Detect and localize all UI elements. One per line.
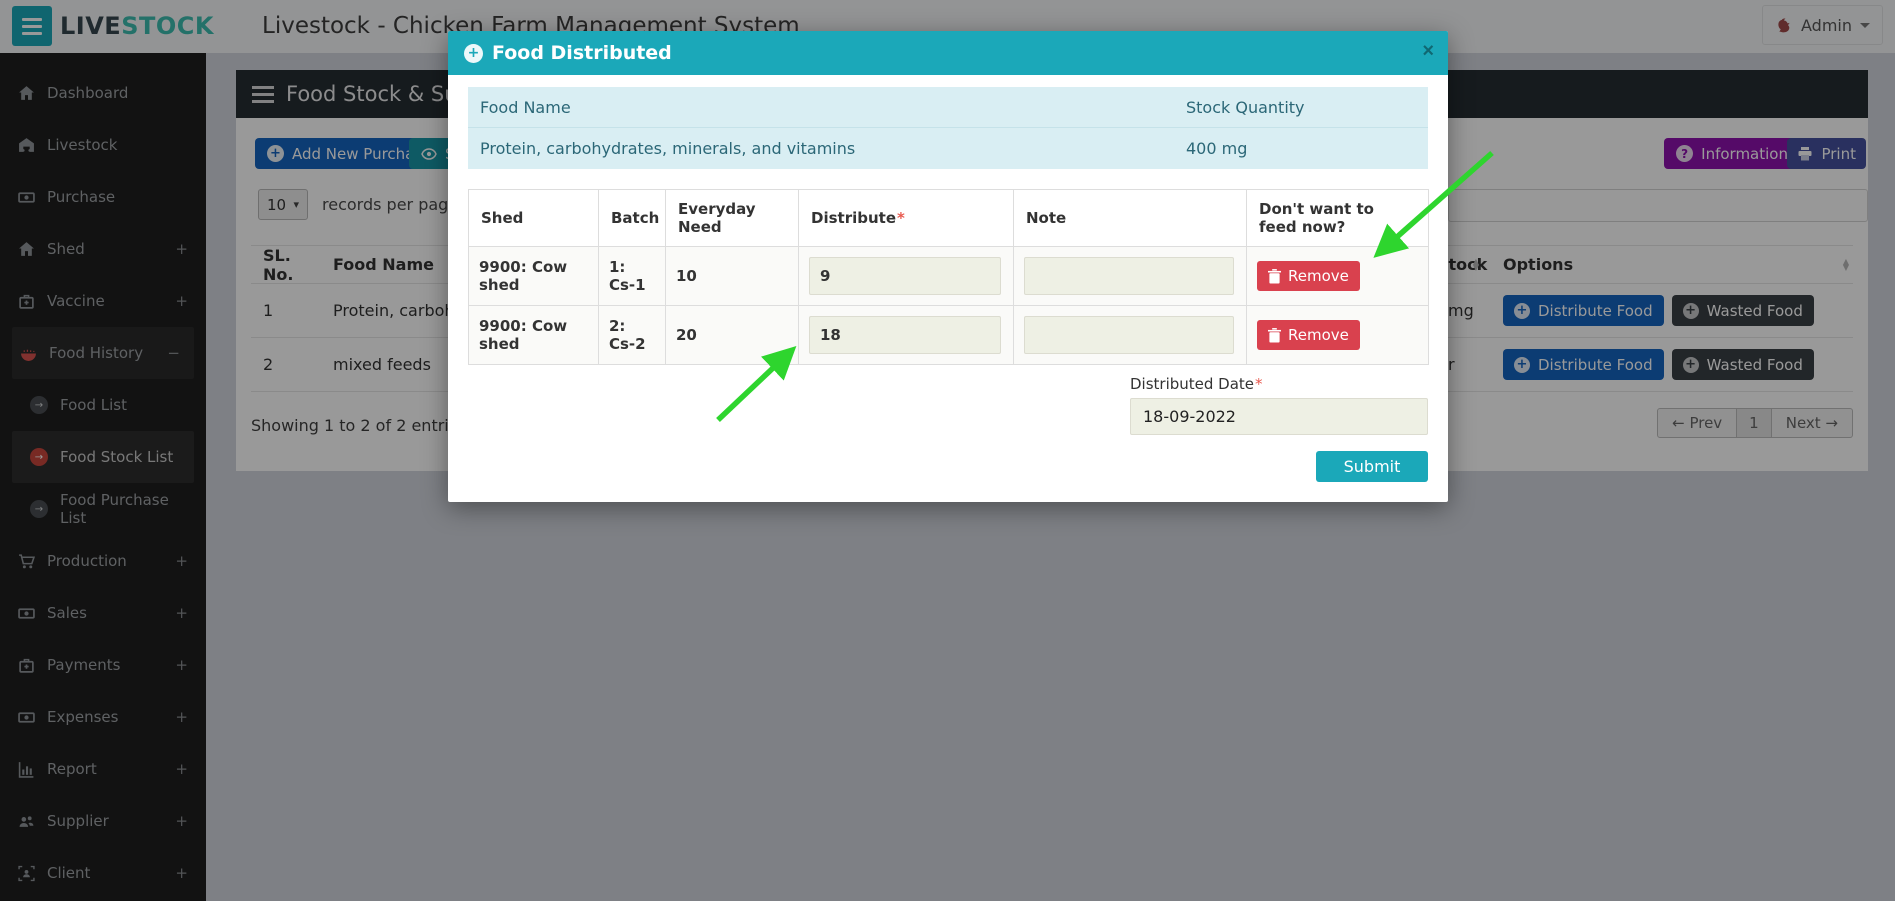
distribute-input[interactable] (809, 257, 1001, 295)
app-root: LIVESTOCK Livestock - Chicken Farm Manag… (0, 0, 1895, 901)
stock-quantity-value: 400 mg (1186, 139, 1428, 158)
distributed-date-block: Distributed Date* (1130, 375, 1428, 435)
need-cell: 10 (666, 247, 799, 306)
distribution-table: Shed Batch Everyday Need Distribute* Not… (468, 189, 1429, 365)
distributed-date-label: Distributed Date* (1130, 375, 1428, 393)
submit-button[interactable]: Submit (1316, 451, 1428, 482)
food-info-table: Food Name Stock Quantity Protein, carboh… (468, 87, 1428, 169)
modal-header: + Food Distributed × (448, 31, 1448, 75)
modal-title: + Food Distributed (464, 42, 672, 64)
food-info-header-row: Food Name Stock Quantity (468, 87, 1428, 128)
distribution-header-row: Shed Batch Everyday Need Distribute* Not… (469, 190, 1429, 247)
trash-icon (1268, 269, 1281, 284)
col-dont-feed: Don't want to feed now? (1247, 190, 1429, 247)
col-note: Note (1014, 190, 1247, 247)
note-input[interactable] (1024, 257, 1234, 295)
distribution-row: 9900: Cow shed 1: Cs-1 10 Remove (469, 247, 1429, 306)
food-distributed-modal: + Food Distributed × Food Name Stock Qua… (448, 31, 1448, 502)
need-cell: 20 (666, 306, 799, 365)
remove-button[interactable]: Remove (1257, 261, 1360, 291)
stock-quantity-label: Stock Quantity (1186, 98, 1428, 117)
distribute-input[interactable] (809, 316, 1001, 354)
distribution-row: 9900: Cow shed 2: Cs-2 20 Remove (469, 306, 1429, 365)
required-asterisk: * (897, 209, 905, 227)
food-info-value-row: Protein, carbohydrates, minerals, and vi… (468, 128, 1428, 169)
plus-circle-icon: + (464, 44, 483, 63)
modal-body: Food Name Stock Quantity Protein, carboh… (448, 75, 1448, 502)
close-icon[interactable]: × (1422, 41, 1434, 61)
note-input[interactable] (1024, 316, 1234, 354)
col-distribute: Distribute* (799, 190, 1014, 247)
shed-cell: 9900: Cow shed (469, 306, 599, 365)
batch-cell: 1: Cs-1 (599, 247, 666, 306)
food-name-label: Food Name (468, 98, 1186, 117)
col-shed: Shed (469, 190, 599, 247)
batch-cell: 2: Cs-2 (599, 306, 666, 365)
col-batch: Batch (599, 190, 666, 247)
trash-icon (1268, 328, 1281, 343)
food-name-value: Protein, carbohydrates, minerals, and vi… (468, 139, 1186, 158)
required-asterisk: * (1255, 375, 1263, 393)
col-everyday-need: Everyday Need (666, 190, 799, 247)
remove-button[interactable]: Remove (1257, 320, 1360, 350)
shed-cell: 9900: Cow shed (469, 247, 599, 306)
distributed-date-input[interactable] (1130, 398, 1428, 435)
